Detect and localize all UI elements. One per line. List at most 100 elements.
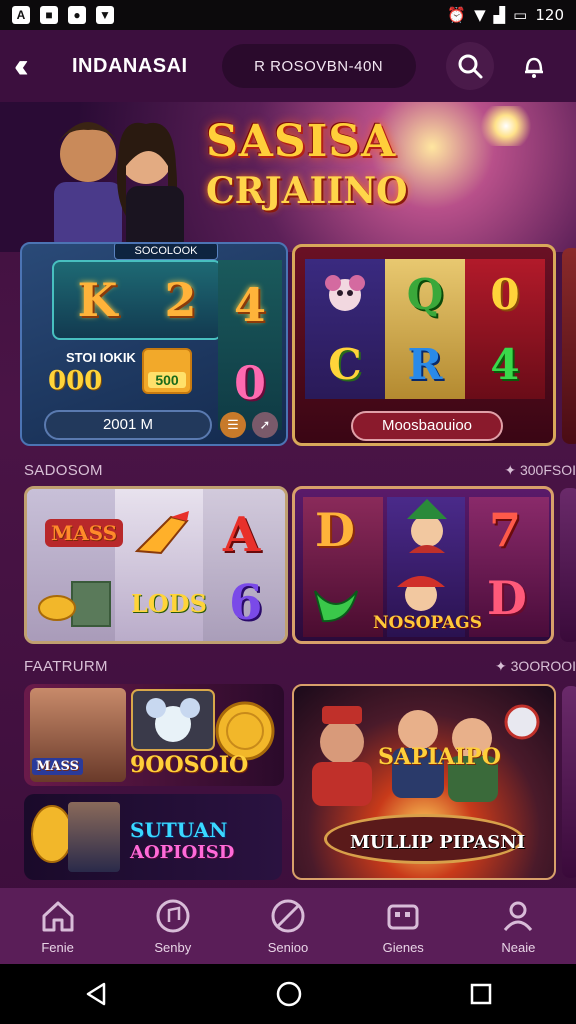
home-icon [42,901,74,931]
nav-item-explore[interactable]: Senioo [230,888,345,964]
reel-symbol: A [223,507,261,563]
profile-icon [504,901,533,931]
recents-square-icon[interactable] [468,981,494,1007]
wifi-icon: ▼ [474,6,486,24]
featured-slot-card-1[interactable]: SOCOLOOK K 2 4 0 STOI IOKIK 000 500 2001… [20,242,288,446]
reel-symbol: K [77,273,118,327]
reel-symbol: C [328,339,362,389]
sparkle-icon: ✦ [504,462,520,478]
next-card-peek[interactable] [562,686,576,878]
music-icon [156,899,190,932]
nav-item-music[interactable]: Senby [115,888,230,964]
share-icon[interactable]: ➚ [252,412,278,438]
spotlight [476,106,536,146]
bottom-navigation: Fenie Senby Senioo Gienes Neaie [0,888,576,964]
sparkle-icon: ✦ [495,658,511,674]
notification-icon [524,57,543,78]
chip-value: 500 [148,372,186,388]
game-card-9oosoio[interactable]: MASS 9OOSOIO [24,684,284,786]
back-icon[interactable]: ‹‹ [14,47,58,86]
card-banner-small: MASS [32,758,83,775]
app-title: INDANASAI [72,54,188,77]
nav-item-profile[interactable]: Neaie [461,888,576,964]
reel-symbol: R [407,339,443,389]
card-title: 9OOSOIO [130,752,249,778]
avatar [71,581,111,627]
slot-reels: C Q R 0 4 [305,259,545,399]
notification-button[interactable] [510,42,558,90]
bet-amount[interactable]: 2001 M [44,410,212,440]
reel-symbol: MASS [45,519,124,547]
section-title-2: FAATRURM [24,658,108,675]
nav-label: Gienes [382,939,424,955]
coin-icon [38,595,76,621]
card-title-line1: SUTUAN [130,818,228,842]
featured-slot-card-2[interactable]: C Q R 0 4 Moosbaouioo [292,244,556,446]
compass-icon [271,899,305,932]
rocket-icon [134,511,189,555]
reel-symbol: 0 [233,356,266,410]
reel-symbol: 2 [164,273,197,327]
nav-item-home[interactable]: Fenie [0,888,115,964]
promo-pill[interactable]: R ROSOVBN-40N [221,44,416,88]
card-caption: MULLIP PIPASNI [350,832,526,853]
game-card-lods[interactable]: MASS A 6 LODS [24,486,288,644]
reel-symbol: 7 [489,503,522,557]
casino-app-screen: A ■ ● ▼ ⏰ ▼ ▟ ▭ 120 ‹‹ INDANASAI R ROSOV… [0,0,576,1024]
nav-item-games[interactable]: Gienes [346,888,461,964]
card-banner: LODS [131,589,207,618]
hero-logo-line1: SASISA [206,116,397,167]
next-card-peek[interactable] [560,488,576,642]
bonus-chip: 500 [142,348,192,394]
card-banner: NOSOPAGS [373,613,482,633]
reel-symbol: Q [406,269,444,319]
app-header: ‹‹ INDANASAI R ROSOVBN-40N [0,30,576,102]
search-button[interactable] [445,42,494,90]
nav-label: Senioo [267,939,309,955]
bet-menu-icon[interactable]: ☰ [220,412,246,438]
card-title: SAPIAIPO [378,744,501,770]
game-card-nosopags[interactable]: D 7 D NOSOPAGS [292,486,554,644]
system-navigation-bar [0,964,576,1024]
nav-label: Senby [154,939,192,955]
alarm-icon: ⏰ [447,6,467,24]
card-title-line2: AOPIOISD [130,842,235,863]
reel-symbol: 0 [490,269,520,319]
signal-icon: ▟ [493,6,506,24]
games-icon [387,904,419,929]
app-notification-icon: A [12,6,30,24]
play-button[interactable]: Moosbaouioo [351,411,503,441]
hero-logo-line2: CRJAIINO [206,170,408,212]
back-triangle-icon[interactable] [82,980,110,1008]
card-tag: SOCOLOOK [114,244,218,260]
hero-banner[interactable]: SASISA CRJAIINO [0,102,576,252]
coin-count: 000 [48,366,103,396]
jester-icon [407,499,447,553]
game-card-sutuan[interactable]: SUTUAN AOPIOISD [24,794,282,880]
mouse-mascot-icon [131,689,215,751]
side-reel: 4 0 [218,260,282,430]
next-card-peek[interactable] [562,248,576,444]
game-card-roulette[interactable]: SAPIAIPO MULLIP PIPASNI [292,684,556,880]
home-circle-icon[interactable] [275,980,303,1008]
section-link-2[interactable]: ✦ 3OOROOI [495,658,576,675]
slot-reels: K 2 [52,260,222,340]
nav-label: Fenie [41,939,74,955]
hosts-illustration [54,122,184,252]
reel-symbol: D [487,571,527,625]
status-bar: A ■ ● ▼ ⏰ ▼ ▟ ▭ 120 [0,0,576,30]
card-label: STOI IOKIK [66,350,136,365]
section-link-1[interactable]: ✦ 300FSOI [504,462,576,479]
battery-icon: ▭ [513,6,528,24]
clock-text: 120 [535,6,564,24]
mascot-icon [325,275,365,312]
chat-notification-icon: ● [68,6,86,24]
section-link-label: 3OOROOI [510,658,576,674]
reel-symbol: D [315,503,355,557]
reel-symbol: 6 [229,575,263,631]
search-icon [458,54,483,79]
cup-icon [314,590,358,623]
vpn-notification-icon: ▼ [96,6,114,24]
reel-symbol: 4 [490,339,520,389]
gallery-notification-icon: ■ [40,6,58,24]
